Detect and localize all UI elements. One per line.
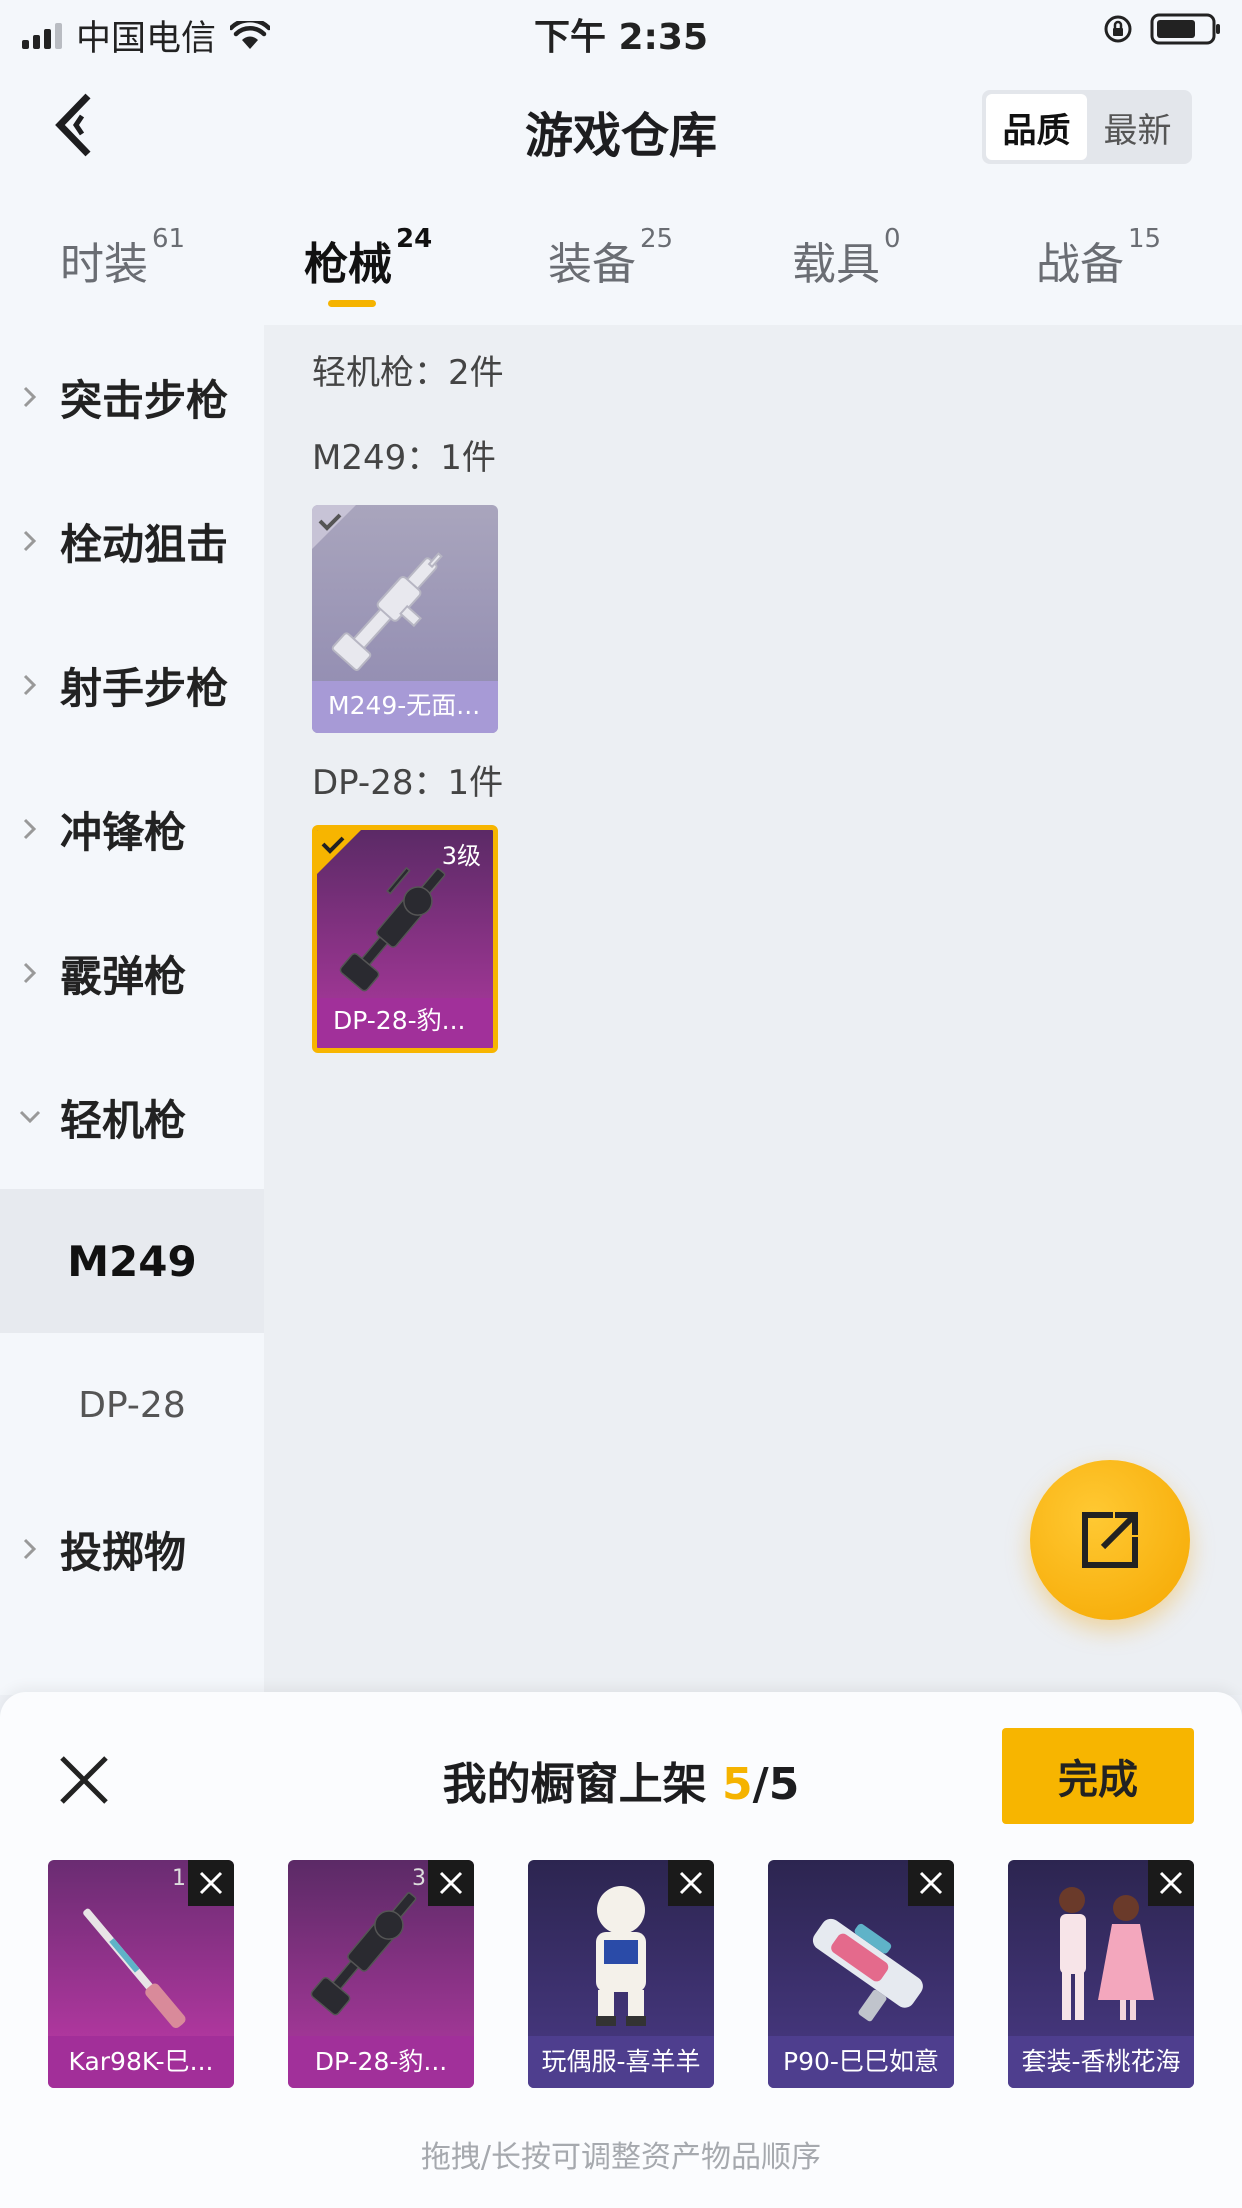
remove-item-button[interactable] — [428, 1860, 474, 1906]
close-icon — [199, 1871, 223, 1895]
chevron-down-icon — [19, 1110, 41, 1124]
showcase-count-total: /5 — [752, 1759, 800, 1810]
tab-count: 24 — [396, 224, 433, 254]
sidebar-item-throwables[interactable]: 投掷物 — [0, 1477, 264, 1621]
tab-label: 装备 — [548, 239, 636, 290]
group-label-dp28: DP-28：1件 — [312, 763, 504, 803]
item-caption: Kar98K-巳... — [68, 2047, 214, 2076]
sort-option-quality[interactable]: 品质 — [986, 94, 1087, 160]
showcase-slot[interactable]: 套装-香桃花海 — [1008, 1860, 1194, 2088]
close-icon — [679, 1871, 703, 1895]
tab-label: 枪械 — [304, 239, 392, 290]
selected-check-icon — [318, 513, 342, 531]
tab-label: 时装 — [60, 239, 148, 290]
sidebar-subitem-m249[interactable]: M249 — [0, 1189, 264, 1333]
app-header: 游戏仓库 品质 最新 — [0, 62, 1242, 192]
group-label-m249: M249：1件 — [312, 438, 496, 478]
chevron-right-icon — [23, 962, 37, 984]
sidebar-item-smg[interactable]: 冲锋枪 — [0, 757, 264, 901]
sidebar-item-label: 轻机枪 — [60, 1095, 187, 1145]
remove-item-button[interactable] — [1148, 1860, 1194, 1906]
showcase-slot[interactable]: 3 DP-28-豹... — [288, 1860, 474, 2088]
showcase-title-text: 我的橱窗上架 — [442, 1759, 707, 1810]
remove-item-button[interactable] — [188, 1860, 234, 1906]
sidebar-item-label: 栓动狙击 — [60, 519, 229, 569]
chevron-right-icon — [23, 818, 37, 840]
chevron-right-icon — [23, 530, 37, 552]
tab-count: 0 — [884, 224, 901, 254]
close-icon — [1159, 1871, 1183, 1895]
remove-item-button[interactable] — [668, 1860, 714, 1906]
sidebar-item-label: 霰弹枪 — [60, 951, 187, 1001]
item-level-badge: 1 — [172, 1866, 186, 1891]
item-level-badge: 3 — [412, 1866, 426, 1891]
tab-fashion[interactable]: 时装 61 — [60, 224, 185, 292]
item-caption: 套装-香桃花海 — [1021, 2047, 1181, 2076]
status-bar: 中国电信 下午 2:35 — [0, 0, 1242, 62]
tab-label: 载具 — [792, 239, 880, 290]
done-button[interactable]: 完成 — [1002, 1728, 1194, 1824]
item-caption: 玩偶服-喜羊羊 — [541, 2047, 701, 2076]
chevron-right-icon — [23, 674, 37, 696]
sidebar-item-assault-rifle[interactable]: 突击步枪 — [0, 325, 264, 469]
item-caption: P90-巳巳如意 — [783, 2047, 939, 2076]
sidebar-item-shotgun[interactable]: 霰弹枪 — [0, 901, 264, 1045]
sort-toggle: 品质 最新 — [982, 90, 1192, 164]
tab-count: 61 — [152, 224, 186, 254]
sidebar-subitem-dp28[interactable]: DP-28 — [0, 1333, 264, 1477]
sidebar-item-bolt-sniper[interactable]: 栓动狙击 — [0, 469, 264, 613]
active-tab-indicator — [328, 300, 376, 307]
sidebar-item-label: 突击步枪 — [60, 375, 229, 425]
tab-label: 战备 — [1036, 239, 1124, 290]
tab-count: 15 — [1128, 224, 1162, 254]
item-card-m249[interactable]: M249-无面... — [312, 505, 498, 733]
tab-count: 25 — [640, 224, 674, 254]
tab-supplies[interactable]: 战备 15 — [1036, 224, 1161, 292]
close-icon — [439, 1871, 463, 1895]
orientation-lock-icon — [1104, 15, 1132, 43]
close-icon — [919, 1871, 943, 1895]
showcase-count-current: 5 — [722, 1759, 753, 1810]
item-card-dp28[interactable]: 3级 DP-28-豹... — [312, 825, 498, 1053]
share-button[interactable] — [1030, 1460, 1190, 1620]
category-tabs: 时装 61 枪械 24 装备 25 载具 0 战备 15 — [0, 192, 1242, 325]
share-icon — [1082, 1512, 1138, 1568]
chevron-right-icon — [23, 1538, 37, 1560]
showcase-slot[interactable]: P90-巳巳如意 — [768, 1860, 954, 2088]
battery-icon — [1150, 13, 1220, 45]
sidebar-item-lmg[interactable]: 轻机枪 — [0, 1045, 264, 1189]
weapon-category-sidebar: 突击步枪 栓动狙击 射手步枪 冲锋枪 霰弹枪 轻机枪 M249 DP-28 投掷… — [0, 325, 264, 1695]
tab-vehicles[interactable]: 载具 0 — [792, 224, 901, 292]
status-right — [1102, 12, 1222, 46]
showcase-slot[interactable]: 玩偶服-喜羊羊 — [528, 1860, 714, 2088]
category-count-header: 轻机枪：2件 — [312, 353, 504, 393]
tab-weapons[interactable]: 枪械 24 — [304, 224, 432, 292]
status-time: 下午 2:35 — [533, 17, 709, 58]
item-level-badge: 3级 — [441, 842, 481, 870]
selected-check-icon — [321, 836, 345, 854]
item-caption: DP-28-豹... — [314, 2047, 448, 2076]
remove-item-button[interactable] — [908, 1860, 954, 1906]
tab-equipment[interactable]: 装备 25 — [548, 224, 673, 292]
sidebar-item-marksman-rifle[interactable]: 射手步枪 — [0, 613, 264, 757]
sort-option-newest[interactable]: 最新 — [1087, 94, 1188, 160]
item-caption: M249-无面... — [328, 691, 481, 720]
showcase-panel: 我的橱窗上架 5/5 完成 1 Kar98K-巳... 3 DP-28-豹...… — [0, 1692, 1242, 2208]
sidebar-item-label: 射手步枪 — [60, 663, 229, 713]
sidebar-item-label: 冲锋枪 — [60, 807, 187, 857]
item-caption: DP-28-豹... — [333, 1006, 466, 1035]
sidebar-item-label: 投掷物 — [60, 1527, 187, 1577]
chevron-right-icon — [23, 386, 37, 408]
reorder-hint: 拖拽/长按可调整资产物品顺序 — [420, 2140, 822, 2175]
showcase-slot[interactable]: 1 Kar98K-巳... — [48, 1860, 234, 2088]
